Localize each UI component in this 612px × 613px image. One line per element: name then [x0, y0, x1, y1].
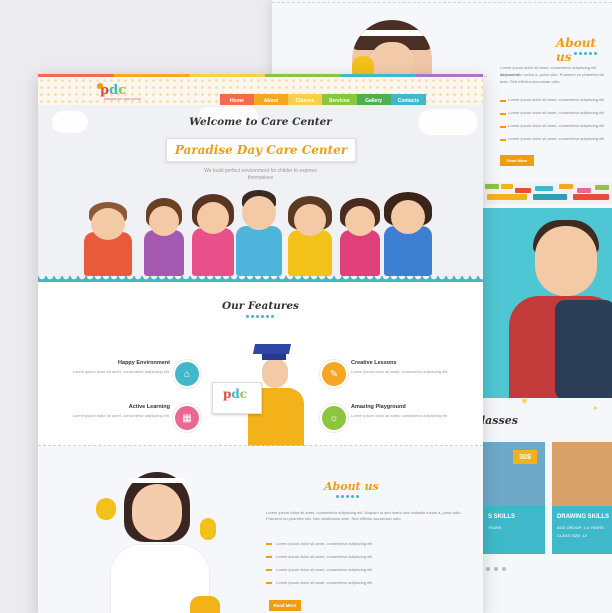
about-title: About us [556, 36, 596, 64]
girl-photo [96, 472, 226, 613]
hero-headline: Paradise Day Care Center [166, 138, 356, 162]
bullet-icon [266, 542, 272, 545]
palette-icon: ✎ [319, 359, 349, 389]
title-dots [336, 495, 359, 499]
front-page-mockup: p d c PARADISE DAY CARE CENTER Home Abou… [38, 74, 483, 613]
abc-blocks-icon: ▦ [172, 403, 202, 433]
about-title: About us [324, 480, 379, 493]
schoolboy-photo [483, 208, 612, 398]
bullet-icon [500, 139, 506, 141]
section-divider [272, 2, 612, 3]
bullet-icon [266, 568, 272, 571]
about-item: Lorem ipsum dolor sit amet, consectetur … [508, 110, 605, 115]
school-icon: ⌂ [172, 359, 202, 389]
read-more-button[interactable]: Read More [269, 600, 301, 611]
about-item: Lorem ipsum dolor sit amet, consectetur … [266, 554, 372, 559]
about-item-text: Lorem ipsum dolor sit amet, consectetur … [276, 541, 373, 546]
logo-sign: p d c [212, 382, 262, 414]
header: p d c PARADISE DAY CARE CENTER Home Abou… [38, 77, 483, 107]
class-card[interactable]: 30$ S SKILLS YEARS [483, 442, 545, 554]
star-icon: ✦ [592, 404, 599, 413]
read-more-button[interactable]: Read More [500, 155, 534, 166]
pager-dot[interactable] [486, 567, 490, 571]
logo[interactable]: p d c PARADISE DAY CARE CENTER [97, 83, 141, 106]
feature-title: Creative Lessons [351, 360, 397, 366]
feature-desc: Lorem ipsum dolor sit amet, consectetur … [72, 369, 170, 374]
feature-happy-environment: Happy Environment Lorem ipsum dolor sit … [68, 360, 170, 375]
feature-title: Amazing Playground [351, 404, 406, 410]
pager-dot[interactable] [494, 567, 498, 571]
price-badge: 30$ [513, 450, 537, 464]
class-photo [552, 442, 612, 506]
feature-desc: Lorem ipsum dolor sit amet, consectetur … [351, 413, 449, 418]
title-dots [246, 315, 274, 319]
girl-photo [352, 20, 432, 80]
feature-desc: Lorem ipsum dolor sit amet, consectetur … [351, 369, 449, 374]
bullet-icon [266, 555, 272, 558]
bullet-icon [500, 100, 506, 102]
bullet-icon [266, 581, 272, 584]
feature-title: Happy Environment [118, 360, 170, 366]
about-item: Lorem ipsum dolor sit amet, consectetur … [508, 123, 605, 128]
about-item: Lorem ipsum dolor sit amet, consectetur … [266, 541, 372, 546]
about-item-text: Lorem ipsum dolor sit amet, consectetur … [276, 554, 373, 559]
about-item: Lorem ipsum dolor sit amet, consectetur … [508, 136, 605, 141]
bullet-icon [500, 126, 506, 128]
class-size: CLASS SIZE: 12 [557, 533, 587, 538]
feature-active-learning: Active Learning Lorem ipsum dolor sit am… [68, 404, 170, 419]
graduate-boy-photo: p d c [212, 344, 318, 454]
about-paragraph: Lorem ipsum dolor sit amet, consectetur … [266, 510, 462, 521]
about-item: Lorem ipsum dolor sit amet, consectetur … [266, 580, 372, 585]
logo-letter: d [109, 83, 119, 98]
logo-letter: d [231, 387, 240, 401]
pager-dot[interactable] [502, 567, 506, 571]
class-age: AGE GROUP: 2-4 YEARS [557, 525, 604, 530]
kid-icon [97, 83, 103, 89]
bullet-icon [500, 113, 506, 115]
logo-letter: c [118, 83, 127, 98]
class-photo: 30$ [483, 442, 545, 506]
logo-letter: c [239, 387, 248, 401]
star-icon: ★ [520, 396, 529, 407]
class-name: S SKILLS [488, 514, 516, 520]
class-info: DRAWING SKILLS AGE GROUP: 2-4 YEARS CLAS… [552, 506, 612, 554]
logo-letter: p [223, 387, 232, 401]
logo-tagline: PARADISE DAY CARE CENTER [104, 98, 141, 101]
feature-creative-lessons: Creative Lessons Lorem ipsum dolor sit a… [351, 360, 461, 375]
hero-wave-border [38, 276, 483, 282]
about-item: Lorem ipsum dolor sit amet, consectetur … [508, 97, 605, 102]
feature-title: Active Learning [128, 404, 170, 410]
feature-desc: Lorem ipsum dolor sit amet, consectetur … [72, 413, 170, 418]
about-text: ante. Sed efficitur accumsan odio. [500, 79, 561, 84]
about-item-text: Lorem ipsum dolor sit amet, consectetur … [276, 567, 373, 572]
about-item-text: Lorem ipsum dolor sit amet, consectetur … [276, 580, 373, 585]
hero-subtitle: We build perfect environment for childer… [204, 168, 317, 181]
classes-title: lasses [481, 414, 518, 427]
class-card[interactable]: DRAWING SKILLS AGE GROUP: 2-4 YEARS CLAS… [552, 442, 612, 554]
hero-title: Welcome to Care Center [189, 116, 332, 128]
title-dots [574, 52, 597, 56]
toy-blocks-image [483, 182, 612, 204]
about-item: Lorem ipsum dolor sit amet, consectetur … [266, 567, 372, 572]
playground-icon: ☼ [319, 403, 349, 433]
class-info: S SKILLS YEARS [483, 506, 545, 554]
about-text: sed molestie luctus a, porta odio. Praes… [500, 72, 605, 77]
class-name: DRAWING SKILLS [557, 514, 609, 520]
features-title: Our Features [222, 300, 299, 312]
feature-amazing-playground: Amazing Playground Lorem ipsum dolor sit… [351, 404, 461, 419]
class-age: YEARS [488, 525, 502, 530]
